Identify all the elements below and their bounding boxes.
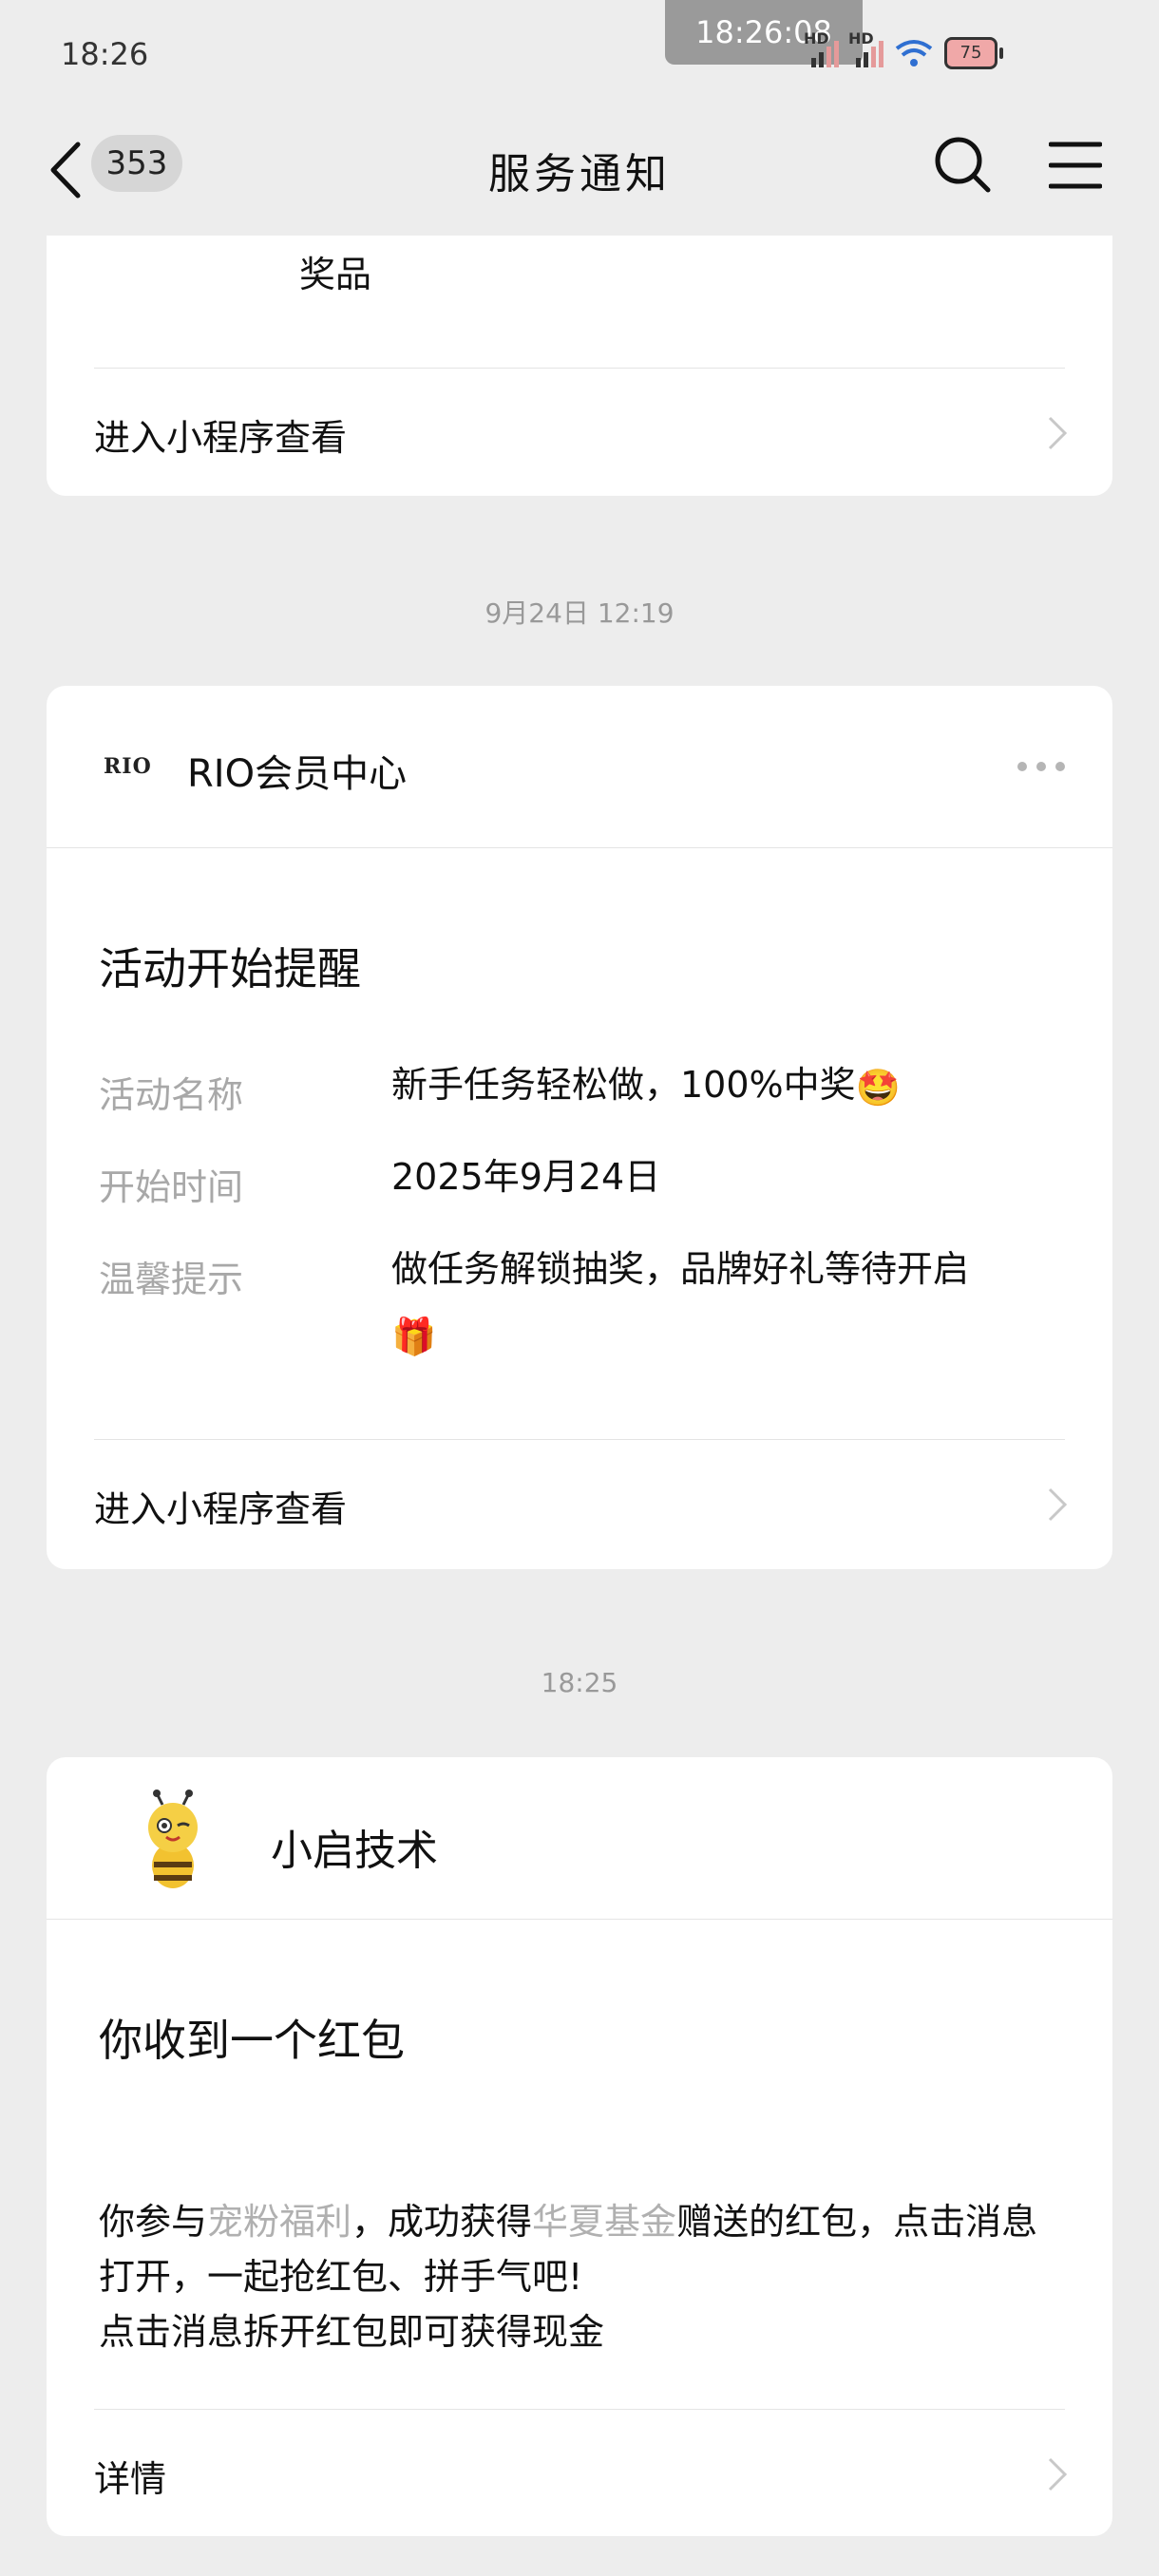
highlight-text: 宠粉福利 [207,2201,352,2243]
message-body: 你参与宠粉福利，成功获得华夏基金赠送的红包，点击消息打开，一起抢红包、拼手气吧!… [99,2201,1038,2353]
more-options-icon[interactable] [1017,762,1065,771]
field-value: 新手任务轻松做，100%中奖🤩 [391,1052,1074,1120]
link-label: 进入小程序查看 [94,1488,348,1530]
field-value: 做任务解锁抽奖，品牌好礼等待开启 🎁 [391,1237,1074,1369]
rio-logo: RIO [104,754,152,779]
previous-message-card: 进入小程序查看 [47,236,1112,496]
divider [47,1919,1112,1920]
battery-icon: 75 [944,37,1003,69]
chevron-right-icon [1048,2457,1068,2491]
message-title: 你收到一个红包 [99,2015,405,2066]
open-miniprogram-link[interactable]: 进入小程序查看 [47,1440,1112,1563]
prize-text: 奖品 [299,254,372,295]
open-miniprogram-link-prev[interactable]: 进入小程序查看 [47,369,1112,492]
menu-icon[interactable] [1049,141,1102,190]
search-icon[interactable] [933,135,992,194]
battery-level: 75 [960,43,982,63]
status-time: 18:26 [61,36,149,72]
chevron-right-icon [1048,416,1068,450]
message-card-red-packet[interactable]: 小启技术 你收到一个红包 你参与宠粉福利，成功获得华夏基金赠送的红包，点击消息打… [47,1757,1112,2536]
message-source-row[interactable]: 小启技术 [47,1757,1112,1919]
message-card-rio[interactable]: RIO RIO会员中心 活动开始提醒 活动名称 新手任务轻松做，100%中奖🤩 … [47,686,1112,1569]
status-icons: HD HD 75 [804,29,1003,74]
link-label: 详情 [94,2458,167,2500]
signal-1-icon: HD [804,29,839,67]
star-eyes-emoji-icon: 🤩 [855,1066,901,1108]
details-link[interactable]: 详情 [47,2410,1112,2533]
message-timestamp: 18:25 [541,1667,618,1698]
signal-2-icon: HD [848,29,884,67]
message-timestamp: 9月24日 12:19 [484,597,674,629]
field-key: 活动名称 [99,1074,244,1116]
bee-avatar-icon [148,1790,198,1888]
source-name: 小启技术 [271,1827,438,1875]
link-label: 进入小程序查看 [94,417,348,459]
field-key: 开始时间 [99,1166,244,1208]
message-title: 活动开始提醒 [99,943,361,994]
divider [47,847,1112,848]
status-bar: 18:26 18:26:08 HD HD 75 [0,0,1159,104]
field-key: 温馨提示 [99,1259,244,1300]
gift-emoji-icon: 🎁 [391,1315,437,1357]
highlight-text: 华夏基金 [532,2201,677,2243]
source-name: RIO会员中心 [187,752,408,796]
message-source-row[interactable]: RIO RIO会员中心 [47,686,1112,847]
field-value: 2025年9月24日 [391,1156,661,1198]
chevron-right-icon [1048,1487,1068,1522]
wifi-icon [895,40,933,66]
